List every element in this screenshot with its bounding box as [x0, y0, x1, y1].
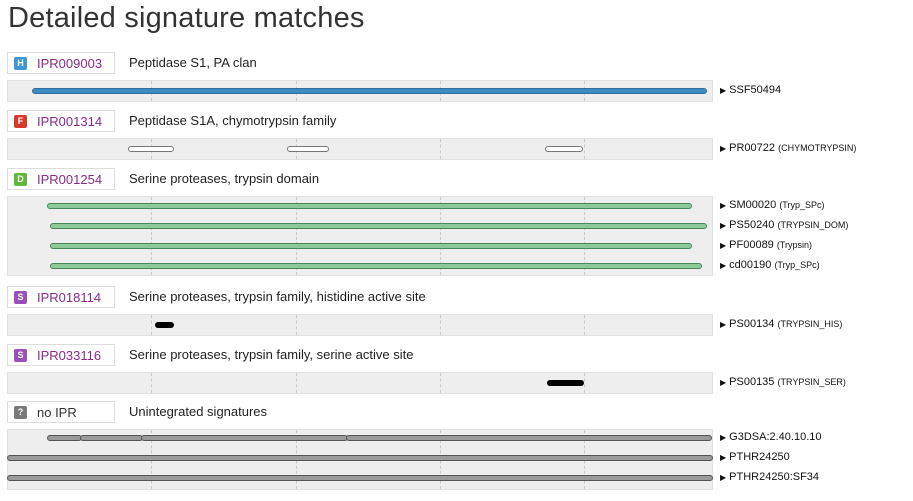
- triangle-right-icon: ▶: [720, 86, 727, 95]
- signature-link[interactable]: ▶ SM00020 (Tryp_SPc): [720, 199, 824, 211]
- triangle-right-icon: ▶: [720, 433, 727, 442]
- entry-name: Serine proteases, trypsin family, histid…: [129, 289, 426, 304]
- triangle-right-icon: ▶: [720, 261, 727, 270]
- match-bar[interactable]: [141, 435, 348, 441]
- entry-accession[interactable]: IPR018114: [37, 290, 101, 305]
- triangle-right-icon: ▶: [720, 241, 727, 250]
- match-bar[interactable]: [47, 435, 82, 441]
- match-track-panel: [7, 138, 713, 160]
- match-bar[interactable]: [50, 223, 707, 229]
- entry-section-ipr001254: D IPR001254 Serine proteases, trypsin do…: [0, 168, 913, 276]
- entry-name: Serine proteases, trypsin domain: [129, 171, 320, 186]
- entry-accession[interactable]: IPR033116: [37, 348, 101, 363]
- signature-link[interactable]: ▶ SSF50494: [720, 84, 781, 96]
- domain-icon: D: [14, 172, 27, 186]
- match-bar[interactable]: [545, 146, 583, 152]
- site-icon: S: [14, 348, 27, 362]
- entry-name: Peptidase S1, PA clan: [129, 55, 257, 70]
- signature-link[interactable]: ▶ PR00722 (CHYMOTRYPSIN): [720, 142, 856, 154]
- family-icon: F: [14, 114, 27, 128]
- match-bar[interactable]: [80, 435, 143, 441]
- page-title: Detailed signature matches: [8, 2, 365, 34]
- entry-name: Serine proteases, trypsin family, serine…: [129, 347, 414, 362]
- triangle-right-icon: ▶: [720, 221, 727, 230]
- entry-section-ipr001314: F IPR001314 Peptidase S1A, chymotrypsin …: [0, 110, 913, 160]
- entry-link[interactable]: F IPR001314: [7, 110, 115, 132]
- match-bar[interactable]: [50, 263, 702, 269]
- signature-link[interactable]: ▶ PF00089 (Trypsin): [720, 239, 812, 251]
- signature-link[interactable]: ▶ PTHR24250:SF34: [720, 471, 819, 483]
- signature-link[interactable]: ▶ G3DSA:2.40.10.10: [720, 431, 822, 443]
- triangle-right-icon: ▶: [720, 378, 727, 387]
- entry-section-unintegrated: ? no IPR Unintegrated signatures ▶ G3DSA:…: [0, 401, 913, 490]
- match-track-panel: [7, 372, 713, 394]
- triangle-right-icon: ▶: [720, 201, 727, 210]
- entry-accession[interactable]: IPR009003: [37, 56, 102, 71]
- signature-link[interactable]: ▶ PTHR24250: [720, 451, 790, 463]
- signature-link[interactable]: ▶ PS00135 (TRYPSIN_SER): [720, 376, 846, 388]
- entry-section-ipr009003: H IPR009003 Peptidase S1, PA clan ▶ SSF50…: [0, 52, 913, 102]
- entry-accession[interactable]: IPR001314: [37, 114, 102, 129]
- match-bar[interactable]: [47, 203, 692, 209]
- entry-name: Unintegrated signatures: [129, 404, 268, 419]
- homologous-superfamily-icon: H: [14, 56, 27, 70]
- entry-section-ipr018114: S IPR018114 Serine proteases, trypsin fa…: [0, 286, 913, 336]
- match-bar[interactable]: [155, 322, 174, 328]
- match-bar[interactable]: [7, 475, 713, 481]
- triangle-right-icon: ▶: [720, 144, 727, 153]
- entry-label: ? no IPR: [7, 401, 115, 423]
- unknown-icon: ?: [14, 405, 27, 419]
- entry-accession[interactable]: IPR001254: [37, 172, 102, 187]
- entry-link[interactable]: D IPR001254: [7, 168, 115, 190]
- match-bar[interactable]: [32, 88, 707, 94]
- entry-accession: no IPR: [37, 404, 77, 420]
- triangle-right-icon: ▶: [720, 473, 727, 482]
- match-bar[interactable]: [128, 146, 174, 152]
- entry-name: Peptidase S1A, chymotrypsin family: [129, 113, 337, 128]
- match-bar[interactable]: [346, 435, 712, 441]
- entry-link[interactable]: S IPR018114: [7, 286, 115, 308]
- match-bar[interactable]: [547, 380, 584, 386]
- triangle-right-icon: ▶: [720, 320, 727, 329]
- entry-link[interactable]: H IPR009003: [7, 52, 115, 74]
- entry-section-ipr033116: S IPR033116 Serine proteases, trypsin fa…: [0, 344, 913, 394]
- match-bar[interactable]: [7, 455, 713, 461]
- site-icon: S: [14, 290, 27, 304]
- signature-link[interactable]: ▶ PS00134 (TRYPSIN_HIS): [720, 318, 842, 330]
- match-bar[interactable]: [50, 243, 692, 249]
- match-bar[interactable]: [287, 146, 329, 152]
- signature-link[interactable]: ▶ cd00190 (Tryp_SPc): [720, 259, 820, 271]
- match-track-panel: [7, 314, 713, 336]
- triangle-right-icon: ▶: [720, 453, 727, 462]
- signature-link[interactable]: ▶ PS50240 (TRYPSIN_DOM): [720, 219, 848, 231]
- entry-link[interactable]: S IPR033116: [7, 344, 115, 366]
